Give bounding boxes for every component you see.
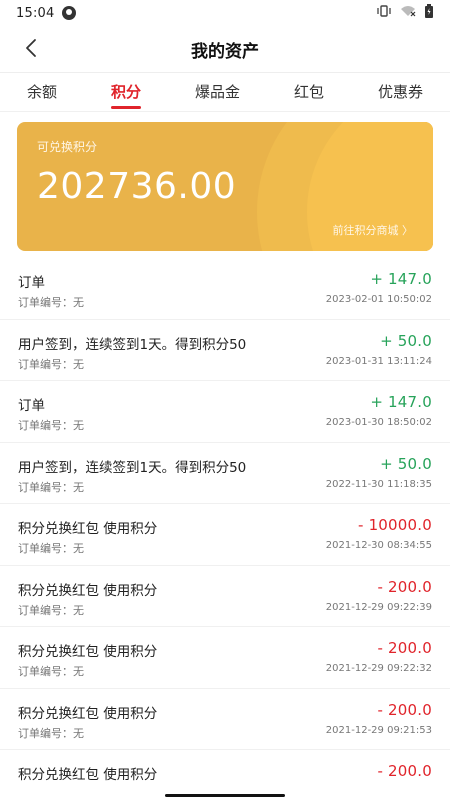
record-amount: - 200.0 [377,700,432,719]
list-item[interactable]: 积分兑换红包 使用积分 订单编号：无 - 10000.0 2021-12-30 … [0,504,450,566]
list-item[interactable]: 订单 订单编号：无 + 147.0 2023-02-01 10:50:02 [0,258,450,320]
list-item[interactable]: 用户签到，连续签到1天。得到积分50 订单编号：无 + 50.0 2022-11… [0,443,450,504]
page-title: 我的资产 [191,41,259,62]
list-item[interactable]: 用户签到，连续签到1天。得到积分50 订单编号：无 + 50.0 2023-01… [0,320,450,381]
record-time: 2021-12-29 09:22:32 [325,663,432,674]
record-amount: - 200.0 [377,577,432,596]
record-order-number: 订单编号：无 [18,726,84,740]
record-amount: + 50.0 [380,454,432,473]
record-title: 用户签到，连续签到1天。得到积分50 [18,459,247,476]
status-icons [376,4,434,22]
list-item[interactable]: 积分兑换红包 使用积分 - 200.0 [0,750,450,800]
record-amount: - 10000.0 [357,516,432,534]
list-item[interactable]: 订单 订单编号：无 + 147.0 2023-01-30 18:50:02 [0,381,450,443]
record-time: 2023-01-31 13:11:24 [325,355,432,367]
points-mall-link[interactable]: 前往积分商城 〉 [333,222,414,238]
record-time: 2021-12-29 09:21:53 [325,724,432,736]
record-order-number: 订单编号：无 [18,542,84,555]
record-order-number: 订单编号：无 [18,419,84,432]
record-title: 订单 [18,275,45,291]
record-time: 2023-01-30 18:50:02 [325,417,432,428]
record-amount: - 200.0 [377,762,432,780]
list-item[interactable]: 积分兑换红包 使用积分 订单编号：无 - 200.0 2021-12-29 09… [0,627,450,689]
record-title: 用户签到，连续签到1天。得到积分50 [18,336,247,353]
record-time: 2023-02-01 10:50:02 [325,294,432,305]
wifi-off-icon [400,5,416,21]
tab-hot-gold[interactable]: 爆品金 [195,72,240,112]
record-time: 2021-12-30 08:34:55 [325,540,432,551]
tab-coupons[interactable]: 优惠券 [378,72,423,112]
record-amount: + 147.0 [370,270,432,288]
points-card: 可兑换积分 202736.00 前往积分商城 〉 [17,122,433,251]
record-title: 积分兑换红包 使用积分 [18,705,158,722]
record-title: 积分兑换红包 使用积分 [18,521,158,537]
points-amount: 202736.00 [37,166,237,207]
status-time: 15:04 [16,5,55,21]
record-title: 订单 [18,398,45,414]
record-order-number: 订单编号：无 [18,665,84,678]
points-label: 可兑换积分 [37,140,98,154]
record-order-number: 订单编号：无 [18,480,84,494]
record-order-number: 订单编号：无 [18,296,84,309]
back-button[interactable] [18,35,44,61]
record-amount: + 147.0 [370,393,432,411]
battery-icon [424,4,434,22]
record-title: 积分兑换红包 使用积分 [18,582,158,599]
points-record-list: 订单 订单编号：无 + 147.0 2023-02-01 10:50:02 用户… [0,258,450,800]
tab-balance[interactable]: 余额 [27,72,57,112]
record-order-number: 订单编号：无 [18,603,84,617]
app-header: 我的资产 [0,26,450,72]
tab-bar: 余额 积分 爆品金 红包 优惠券 [0,72,450,112]
home-indicator [165,794,285,797]
record-time: 2021-12-29 09:22:39 [325,601,432,613]
record-order-number: 订单编号：无 [18,357,84,371]
record-title: 积分兑换红包 使用积分 [18,767,158,783]
list-item[interactable]: 积分兑换红包 使用积分 订单编号：无 - 200.0 2021-12-29 09… [0,689,450,750]
status-bar: 15:04 [0,0,450,26]
tab-red-packet[interactable]: 红包 [294,72,324,112]
tab-points[interactable]: 积分 [111,72,141,112]
list-item[interactable]: 积分兑换红包 使用积分 订单编号：无 - 200.0 2021-12-29 09… [0,566,450,627]
vibrate-icon [376,5,392,21]
record-amount: - 200.0 [377,639,432,657]
record-title: 积分兑换红包 使用积分 [18,644,158,660]
record-amount: + 50.0 [380,331,432,350]
notification-icon [62,6,77,20]
chevron-left-icon [26,39,36,57]
record-time: 2022-11-30 11:18:35 [325,478,432,490]
